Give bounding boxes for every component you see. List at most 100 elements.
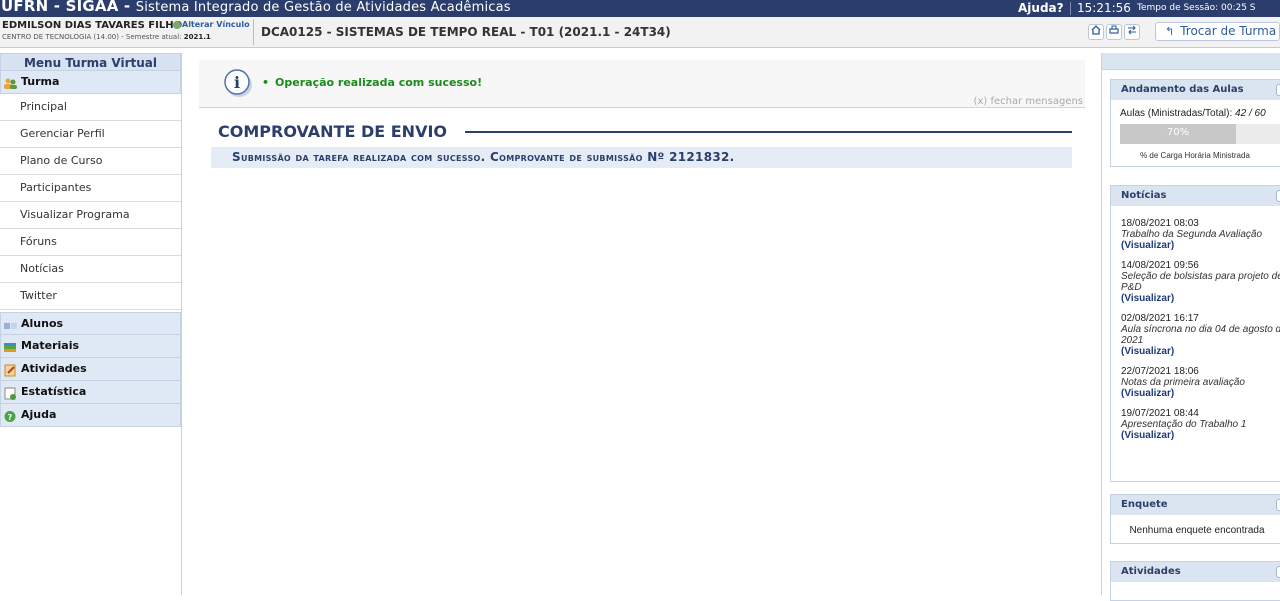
news-view-link[interactable]: (Visualizar): [1121, 388, 1280, 399]
aulas-count: Aulas (Ministradas/Total): 42 / 60: [1120, 108, 1266, 119]
user-switch-icon: [173, 20, 181, 29]
home-button[interactable]: [1088, 24, 1104, 40]
students-icon: [3, 318, 18, 331]
bullet-icon: •: [262, 76, 270, 89]
receipt-bar: Submissão da tarefa realizada com sucess…: [211, 147, 1072, 168]
stats-document-icon: [3, 386, 18, 400]
enquete-empty-text: Nenhuma enquete encontrada: [1129, 525, 1265, 536]
menu-item-noticias[interactable]: Notícias: [0, 256, 181, 283]
divider: [1070, 2, 1071, 15]
home-icon: [1091, 25, 1101, 35]
menu-item-participantes[interactable]: Participantes: [0, 175, 181, 202]
menu-section-estatistica[interactable]: Estatística: [0, 381, 181, 404]
menu-section-label: Atividades: [21, 362, 87, 375]
menu-item-principal[interactable]: Principal: [0, 94, 181, 121]
atividades-title: Atividades: [1121, 566, 1181, 577]
news-title: Seleção de bolsistas para projeto de P&D: [1121, 271, 1280, 293]
success-message-text: Operação realizada com sucesso!: [275, 76, 483, 89]
user-header: EDMILSON DIAS TAVARES FILHO Alterar Vínc…: [0, 17, 1280, 48]
message-box: i • Operação realizada com sucesso! (x) f…: [199, 60, 1085, 107]
atividades-panel: Atividades: [1110, 561, 1280, 601]
app-subtitle: Sistema Integrado de Gestão de Atividade…: [135, 0, 511, 15]
print-button[interactable]: [1106, 24, 1122, 40]
news-item: 19/07/2021 08:44 Apresentação do Trabalh…: [1121, 408, 1280, 441]
menu-section-alunos[interactable]: Alunos: [0, 312, 181, 335]
course-title: DCA0125 - SISTEMAS DE TEMPO REAL - T01 (…: [261, 25, 671, 39]
noticias-header: Notícias: [1111, 186, 1280, 206]
news-view-link[interactable]: (Visualizar): [1121, 293, 1280, 304]
app-name: UFRN - SIGAA -: [1, 0, 136, 15]
success-message: • Operação realizada com sucesso!: [262, 76, 482, 89]
print-icon: [1109, 25, 1119, 34]
news-item: 22/07/2021 18:06 Notas da primeira avali…: [1121, 366, 1280, 399]
menu-section-label: Alunos: [21, 317, 64, 330]
group-users-icon: [3, 76, 18, 89]
left-menu: Menu Turma Virtual Turma Principal Geren…: [0, 53, 182, 595]
close-messages-link[interactable]: (x) fechar mensagens: [974, 96, 1083, 107]
atividades-header: Atividades: [1111, 562, 1280, 582]
collapse-toggle[interactable]: [1276, 566, 1280, 578]
menu-section-ajuda[interactable]: ? Ajuda: [0, 404, 181, 427]
news-date: 22/07/2021 18:06: [1121, 366, 1199, 377]
menu-item-gerenciar-perfil[interactable]: Gerenciar Perfil: [0, 121, 181, 148]
edit-document-icon: [3, 363, 18, 376]
svg-text:i: i: [234, 73, 240, 92]
receipt-text: Submissão da tarefa realizada com sucess…: [232, 150, 735, 164]
news-view-link[interactable]: (Visualizar): [1121, 430, 1280, 441]
clock: 15:21:56: [1077, 1, 1131, 15]
menu-section-label: Turma: [21, 75, 60, 88]
progress-caption: % de Carga Horária Ministrada: [1140, 151, 1250, 160]
swap-arrows-icon: [1128, 25, 1136, 35]
menu-item-twitter[interactable]: Twitter: [0, 283, 181, 310]
menu-section-materiais[interactable]: Materiais: [0, 335, 181, 358]
switch-button[interactable]: [1124, 24, 1140, 40]
menu-section-atividades[interactable]: Atividades: [0, 358, 181, 381]
noticias-panel: Notícias 18/08/2021 08:03 Trabalho da Se…: [1110, 185, 1280, 482]
collapse-toggle[interactable]: [1276, 499, 1280, 511]
menu-section-turma[interactable]: Turma: [0, 71, 181, 94]
news-view-link[interactable]: (Visualizar): [1121, 240, 1280, 251]
collapse-toggle[interactable]: [1276, 190, 1280, 202]
enquete-title: Enquete: [1121, 499, 1168, 510]
news-title: Notas da primeira avaliação: [1121, 377, 1245, 388]
menu-item-foruns[interactable]: Fóruns: [0, 229, 181, 256]
page-title: COMPROVANTE DE ENVIO: [218, 122, 448, 141]
news-date: 14/08/2021 09:56: [1121, 260, 1199, 271]
title-rule: [465, 131, 1072, 133]
andamento-header: Andamento das Aulas: [1111, 80, 1280, 100]
alter-vinculo-link[interactable]: Alterar Vínculo: [173, 20, 250, 29]
news-item: 18/08/2021 08:03 Trabalho da Segunda Ava…: [1121, 218, 1280, 251]
news-date: 02/08/2021 16:17: [1121, 313, 1199, 324]
news-view-link[interactable]: (Visualizar): [1121, 346, 1280, 357]
back-arrow-icon: ↰: [1165, 25, 1175, 38]
alter-vinculo-label: Alterar Vínculo: [182, 20, 250, 29]
svg-text:?: ?: [8, 413, 13, 422]
news-item: 14/08/2021 09:56 Seleção de bolsistas pa…: [1121, 260, 1280, 304]
news-title: Trabalho da Segunda Avaliação: [1121, 229, 1263, 240]
session-timer: Tempo de Sessão: 00:25 S: [1137, 3, 1256, 13]
menu-title: Menu Turma Virtual: [0, 53, 181, 71]
menu-section-label: Estatística: [21, 385, 87, 398]
top-bar: UFRN - SIGAA - Sistema Integrado de Gest…: [0, 0, 1280, 17]
app-title: UFRN - SIGAA - Sistema Integrado de Gest…: [1, 0, 511, 15]
trocar-turma-button[interactable]: ↰ Trocar de Turma: [1155, 22, 1280, 41]
aulas-value: 42 / 60: [1235, 108, 1266, 119]
collapse-toggle[interactable]: [1276, 84, 1280, 96]
divider: [253, 19, 254, 45]
news-date: 18/08/2021 08:03: [1121, 218, 1199, 229]
help-icon: ?: [3, 409, 18, 422]
info-icon: i: [223, 68, 253, 98]
progress-percent: 70%: [1166, 127, 1190, 138]
divider: [199, 107, 1085, 108]
news-title: Aula síncrona no dia 04 de agosto de 202…: [1121, 324, 1280, 346]
menu-section-label: Materiais: [21, 339, 80, 352]
books-icon: [3, 340, 18, 353]
menu-item-plano-de-curso[interactable]: Plano de Curso: [0, 148, 181, 175]
news-item: 02/08/2021 16:17 Aula síncrona no dia 04…: [1121, 313, 1280, 357]
menu-item-visualizar-programa[interactable]: Visualizar Programa: [0, 202, 181, 229]
help-link[interactable]: Ajuda?: [1018, 1, 1064, 15]
user-name: EDMILSON DIAS TAVARES FILHO: [2, 20, 183, 31]
right-sidebar: Andamento das Aulas Aulas (Ministradas/T…: [1101, 53, 1280, 601]
aulas-label: Aulas (Ministradas/Total):: [1120, 108, 1236, 119]
user-info: CENTRO DE TECNOLOGIA (14.00) - Semestre …: [2, 33, 211, 41]
